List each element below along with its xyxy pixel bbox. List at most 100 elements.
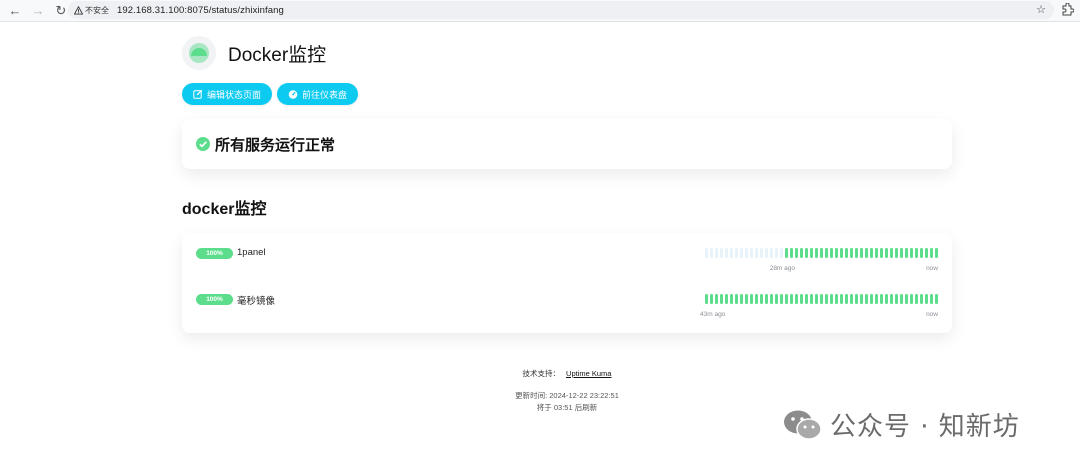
heartbeat-up[interactable] — [880, 294, 883, 304]
security-label: 不安全 — [85, 5, 109, 15]
heartbeat-up[interactable] — [800, 248, 803, 258]
heartbeat-up[interactable] — [815, 248, 818, 258]
heartbeat-up[interactable] — [890, 294, 893, 304]
heartbeat-up[interactable] — [825, 248, 828, 258]
heartbeat-up[interactable] — [930, 294, 933, 304]
heartbeat-up[interactable] — [870, 248, 873, 258]
heartbeat-empty — [720, 248, 723, 258]
edit-status-page-button[interactable]: 编辑状态页面 — [182, 83, 273, 105]
heartbeat-up[interactable] — [760, 294, 763, 304]
heartbeat-up[interactable] — [920, 248, 923, 258]
heartbeat-up[interactable] — [840, 294, 843, 304]
go-to-dashboard-button[interactable]: 前往仪表盘 — [277, 83, 359, 105]
heartbeat-up[interactable] — [845, 294, 848, 304]
heartbeat-up[interactable] — [910, 248, 913, 258]
back-icon[interactable]: ← — [6, 2, 24, 20]
extensions-icon[interactable] — [1060, 2, 1075, 17]
heartbeat-up[interactable] — [905, 294, 908, 304]
heartbeat-up[interactable] — [890, 248, 893, 258]
heartbeat-empty — [710, 248, 713, 258]
heartbeat-up[interactable] — [835, 294, 838, 304]
heartbeat-up[interactable] — [755, 294, 758, 304]
time-end-label: now — [926, 311, 938, 318]
heartbeat-up[interactable] — [920, 294, 923, 304]
heartbeat-up[interactable] — [745, 294, 748, 304]
heartbeat-up[interactable] — [780, 294, 783, 304]
heartbeat-up[interactable] — [720, 294, 723, 304]
heartbeat-up[interactable] — [885, 294, 888, 304]
heartbeat-up[interactable] — [905, 248, 908, 258]
heartbeat-up[interactable] — [820, 248, 823, 258]
heartbeat-up[interactable] — [875, 248, 878, 258]
heartbeat-up[interactable] — [710, 294, 713, 304]
monitor-row[interactable]: 100% 1panel 28m ago now — [196, 247, 938, 287]
heartbeat-up[interactable] — [855, 248, 858, 258]
heartbeat-up[interactable] — [725, 294, 728, 304]
heartbeat-up[interactable] — [775, 294, 778, 304]
heartbeat-up[interactable] — [865, 294, 868, 304]
heartbeat-up[interactable] — [865, 248, 868, 258]
security-indicator[interactable]: 不安全 — [74, 5, 109, 16]
heartbeat-up[interactable] — [830, 294, 833, 304]
address-bar[interactable]: 不安全 192.168.31.100:8075/status/zhixinfan… — [68, 1, 1054, 19]
heartbeat-up[interactable] — [915, 294, 918, 304]
heartbeat-up[interactable] — [935, 294, 938, 304]
heartbeat-up[interactable] — [765, 294, 768, 304]
heartbeat-up[interactable] — [825, 294, 828, 304]
heartbeat-up[interactable] — [820, 294, 823, 304]
heartbeat-up[interactable] — [860, 294, 863, 304]
heartbeat-up[interactable] — [830, 248, 833, 258]
heartbeat-up[interactable] — [910, 294, 913, 304]
heartbeat-up[interactable] — [850, 248, 853, 258]
warning-icon — [74, 5, 83, 15]
heartbeat-up[interactable] — [805, 248, 808, 258]
heartbeat-up[interactable] — [875, 294, 878, 304]
heartbeat-empty — [770, 248, 773, 258]
heartbeat-up[interactable] — [805, 294, 808, 304]
heartbeat-up[interactable] — [900, 248, 903, 258]
heartbeat-up[interactable] — [880, 248, 883, 258]
heartbeat-up[interactable] — [915, 248, 918, 258]
heartbeat-up[interactable] — [795, 248, 798, 258]
heartbeat-up[interactable] — [845, 248, 848, 258]
monitor-name[interactable]: 毫秒镜像 — [237, 293, 275, 307]
heartbeat-up[interactable] — [750, 294, 753, 304]
heartbeat-up[interactable] — [705, 294, 708, 304]
heartbeat-up[interactable] — [795, 294, 798, 304]
heartbeat-up[interactable] — [785, 248, 788, 258]
heartbeat-up[interactable] — [810, 294, 813, 304]
heartbeat-up[interactable] — [925, 294, 928, 304]
forward-icon[interactable]: → — [29, 2, 47, 20]
heartbeat-up[interactable] — [815, 294, 818, 304]
heartbeat-up[interactable] — [810, 248, 813, 258]
heartbeat-up[interactable] — [835, 248, 838, 258]
heartbeat-up[interactable] — [855, 294, 858, 304]
logo-icon — [182, 36, 216, 70]
heartbeat-up[interactable] — [770, 294, 773, 304]
heartbeat-up[interactable] — [785, 294, 788, 304]
heartbeat-up[interactable] — [925, 248, 928, 258]
heartbeat-up[interactable] — [735, 294, 738, 304]
heartbeat-empty — [775, 248, 778, 258]
heartbeat-up[interactable] — [790, 294, 793, 304]
monitor-name[interactable]: 1panel — [237, 247, 266, 258]
heartbeat-up[interactable] — [895, 248, 898, 258]
heartbeat-up[interactable] — [930, 248, 933, 258]
heartbeat-up[interactable] — [850, 294, 853, 304]
monitor-row[interactable]: 100% 毫秒镜像 43m ago now — [196, 293, 938, 333]
heartbeat-up[interactable] — [885, 248, 888, 258]
heartbeat-up[interactable] — [840, 248, 843, 258]
heartbeat-up[interactable] — [790, 248, 793, 258]
heartbeat-up[interactable] — [800, 294, 803, 304]
heartbeat-up[interactable] — [860, 248, 863, 258]
bookmark-star-icon[interactable]: ☆ — [1036, 3, 1046, 16]
heartbeat-up[interactable] — [715, 294, 718, 304]
heartbeat-up[interactable] — [900, 294, 903, 304]
heartbeat-up[interactable] — [730, 294, 733, 304]
heartbeat-up[interactable] — [895, 294, 898, 304]
uptime-kuma-link[interactable]: Uptime Kuma — [566, 369, 611, 378]
heartbeat-up[interactable] — [935, 248, 938, 258]
heartbeat-up[interactable] — [870, 294, 873, 304]
heartbeat-up[interactable] — [740, 294, 743, 304]
support-label: 技术支持： — [522, 369, 561, 378]
